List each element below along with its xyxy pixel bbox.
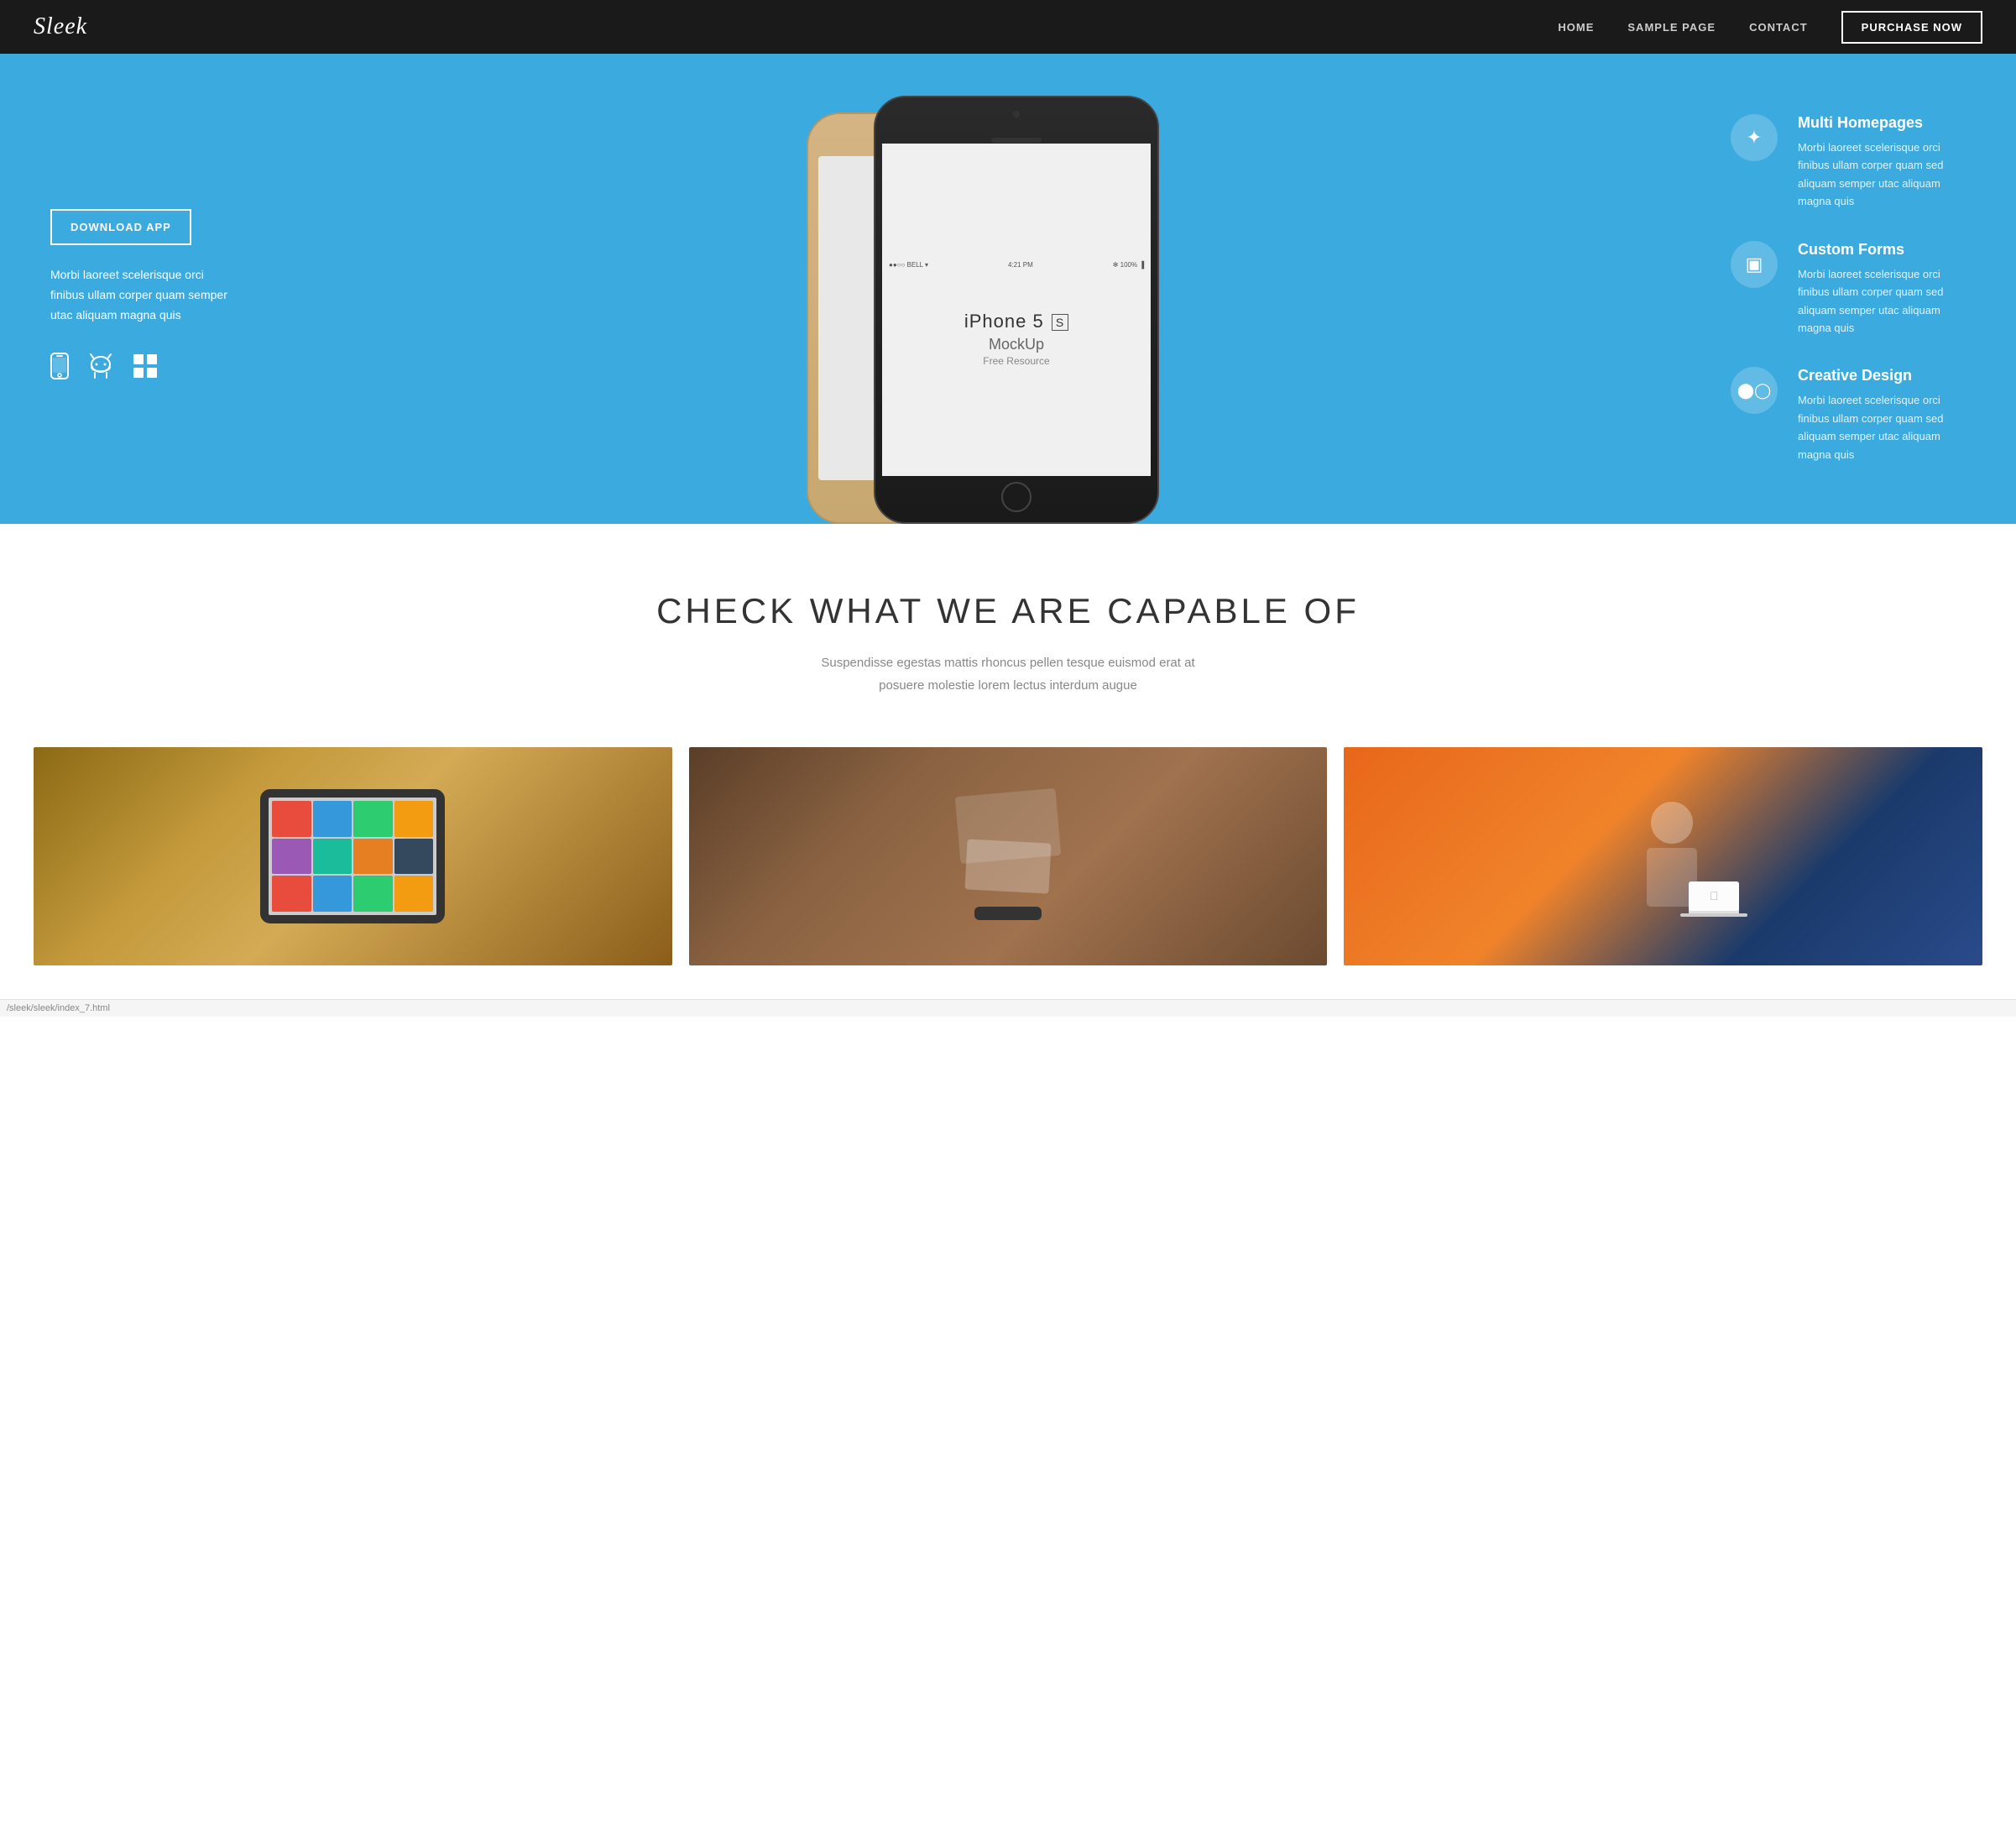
custom-forms-desc: Morbi laoreet scelerisque orci finibus u…	[1798, 265, 1974, 337]
site-logo[interactable]: Sleek	[34, 13, 87, 40]
toggle-icon: ⬤◯	[1737, 382, 1771, 400]
thumb-4	[394, 801, 434, 837]
thumb-8	[394, 839, 434, 875]
nav-sample-page[interactable]: SAMPLE PAGE	[1627, 21, 1716, 34]
browser-status-bar: /sleek/sleek/index_7.html	[0, 999, 2016, 1017]
person-illustration: 	[1580, 772, 1747, 940]
phone-front: ●●○○ BELL ▾ 4:21 PM ✻ 100% ▐ iPhone 5 S …	[874, 96, 1159, 524]
stationery-pen	[974, 907, 1042, 920]
thumb-2	[313, 801, 353, 837]
navbar: Sleek HOME SAMPLE PAGE CONTACT PURCHASE …	[0, 0, 2016, 54]
status-url: /sleek/sleek/index_7.html	[7, 1003, 110, 1013]
nav-links: HOME SAMPLE PAGE CONTACT PURCHASE NOW	[1558, 11, 1982, 44]
purchase-now-button[interactable]: PURCHASE NOW	[1841, 11, 1982, 44]
platform-icons	[50, 353, 235, 385]
ios-icon	[50, 353, 69, 385]
nav-home[interactable]: HOME	[1558, 21, 1594, 34]
custom-forms-text: Custom Forms Morbi laoreet scelerisque o…	[1798, 241, 1974, 337]
phone-screen: ●●○○ BELL ▾ 4:21 PM ✻ 100% ▐ iPhone 5 S …	[882, 144, 1151, 476]
feature-multi-homepages: ✦ Multi Homepages Morbi laoreet sceleris…	[1731, 114, 1974, 211]
feature-custom-forms: ▣ Custom Forms Morbi laoreet scelerisque…	[1731, 241, 1974, 337]
phone-status-bar: ●●○○ BELL ▾ 4:21 PM ✻ 100% ▐	[882, 261, 1151, 269]
custom-forms-title: Custom Forms	[1798, 241, 1974, 259]
multi-homepages-title: Multi Homepages	[1798, 114, 1974, 132]
creative-design-text: Creative Design Morbi laoreet scelerisqu…	[1798, 367, 1974, 463]
capabilities-subtext-1: Suspendisse egestas mattis rhoncus pelle…	[34, 651, 1982, 674]
creative-design-title: Creative Design	[1798, 367, 1974, 384]
multi-homepages-desc: Morbi laoreet scelerisque orci finibus u…	[1798, 139, 1974, 211]
phone-battery: ✻ 100% ▐	[1113, 261, 1144, 269]
wand-icon: ✦	[1747, 127, 1762, 149]
phone-screen-content: iPhone 5 S MockUp Free Resource	[964, 311, 1068, 367]
phone-model-name: iPhone 5 S	[964, 311, 1068, 332]
thumb-7	[353, 839, 393, 875]
phone-speaker	[991, 138, 1042, 143]
multi-homepages-icon-circle: ✦	[1731, 114, 1778, 161]
phone-free-label: Free Resource	[964, 355, 1068, 367]
download-app-button[interactable]: DOWNLOAD APP	[50, 209, 191, 245]
stationery-mockup	[689, 747, 1328, 965]
multi-homepages-text: Multi Homepages Morbi laoreet scelerisqu…	[1798, 114, 1974, 211]
stationery-card-2	[964, 839, 1051, 893]
creative-design-icon-circle: ⬤◯	[1731, 367, 1778, 414]
person-mockup: 	[1344, 747, 1982, 965]
gallery-item-stationery[interactable]	[689, 747, 1328, 965]
phone-time: 4:21 PM	[1008, 261, 1033, 269]
phone-carrier: ●●○○ BELL ▾	[889, 261, 928, 269]
gallery: 	[0, 747, 2016, 999]
tablet-mockup	[34, 747, 672, 965]
nav-contact[interactable]: CONTACT	[1749, 21, 1808, 34]
capabilities-heading: CHECK WHAT WE ARE CAPABLE OF	[34, 591, 1982, 631]
thumb-6	[313, 839, 353, 875]
capabilities-section: CHECK WHAT WE ARE CAPABLE OF Suspendisse…	[0, 524, 2016, 747]
phone-container: ●●○○ BELL ▾ 4:21 PM ✻ 100% ▐ iPhone 5 S …	[807, 87, 1159, 524]
tablet-icon: ▣	[1746, 254, 1763, 275]
thumb-9	[272, 876, 311, 912]
gallery-item-tablet[interactable]	[34, 747, 672, 965]
hero-left: DOWNLOAD APP Morbi laoreet scelerisque o…	[0, 54, 269, 524]
windows-icon	[133, 353, 158, 384]
thumb-1	[272, 801, 311, 837]
capabilities-subtext-2: posuere molestie lorem lectus interdum a…	[34, 674, 1982, 697]
tablet-screen	[260, 789, 445, 923]
phone-camera	[1013, 111, 1020, 118]
hero-features: ✦ Multi Homepages Morbi laoreet sceleris…	[1697, 54, 2016, 524]
svg-text:: 	[1710, 889, 1719, 902]
thumb-3	[353, 801, 393, 837]
hero-phone-area: ●●○○ BELL ▾ 4:21 PM ✻ 100% ▐ iPhone 5 S …	[269, 54, 1697, 524]
thumb-12	[394, 876, 434, 912]
gallery-item-person[interactable]: 	[1344, 747, 1982, 965]
hero-section: DOWNLOAD APP Morbi laoreet scelerisque o…	[0, 54, 2016, 524]
thumb-11	[353, 876, 393, 912]
android-icon	[89, 353, 112, 385]
custom-forms-icon-circle: ▣	[1731, 241, 1778, 288]
phone-subtitle: MockUp	[964, 336, 1068, 353]
phone-variant-badge: S	[1052, 314, 1068, 331]
phone-home-button	[1001, 482, 1032, 512]
hero-description: Morbi laoreet scelerisque orci finibus u…	[50, 265, 235, 325]
thumb-10	[313, 876, 353, 912]
creative-design-desc: Morbi laoreet scelerisque orci finibus u…	[1798, 391, 1974, 463]
feature-creative-design: ⬤◯ Creative Design Morbi laoreet sceleri…	[1731, 367, 1974, 463]
thumb-5	[272, 839, 311, 875]
